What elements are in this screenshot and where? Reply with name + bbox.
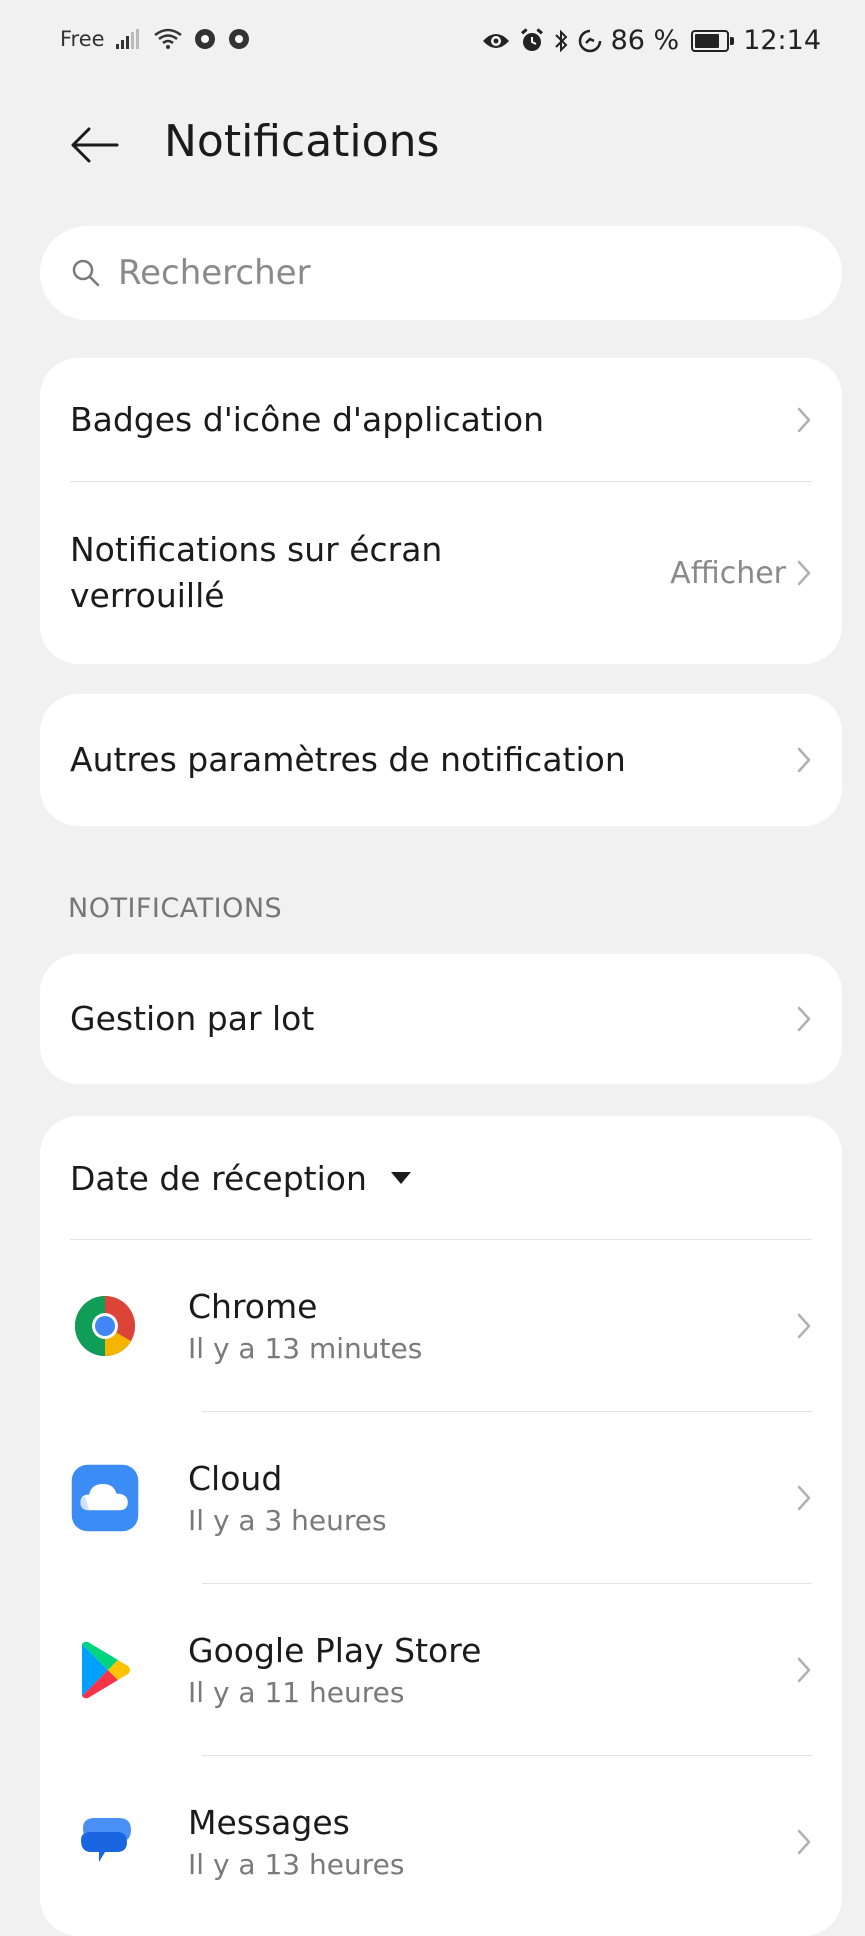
lock-screen-value: Afficher	[670, 555, 786, 591]
app-right	[796, 1312, 812, 1340]
search-icon	[70, 257, 102, 289]
eye-icon	[481, 30, 511, 52]
app-name: Google Play Store	[188, 1631, 482, 1670]
app-text: Messages Il y a 13 heures	[188, 1803, 404, 1881]
app-name: Cloud	[188, 1459, 283, 1498]
batch-right	[796, 1005, 812, 1033]
caret-down-icon	[389, 1170, 413, 1186]
section-title-notifications: NOTIFICATIONS	[68, 893, 283, 924]
bluetooth-icon	[553, 28, 569, 54]
app-time: Il y a 13 minutes	[188, 1332, 423, 1365]
sort-label: Date de réception	[70, 1158, 367, 1198]
chrome-notification-icon-2	[227, 27, 251, 51]
batch-card: Gestion par lot	[40, 954, 842, 1084]
badges-label: Badges d'icône d'application	[70, 400, 545, 439]
app-time: Il y a 13 heures	[188, 1848, 405, 1881]
search-input[interactable]	[116, 252, 800, 294]
app-time: Il y a 11 heures	[188, 1676, 405, 1709]
chevron-right-icon	[796, 746, 812, 774]
other-settings-right	[796, 746, 812, 774]
chevron-right-icon	[796, 559, 812, 587]
battery-fill	[695, 33, 720, 48]
page-title: Notifications	[164, 116, 440, 167]
app-row-play-store[interactable]: Google Play Store Il y a 11 heures	[40, 1584, 842, 1756]
chevron-right-icon	[796, 406, 812, 434]
battery-percent: 86 %	[610, 25, 680, 56]
wifi-icon	[153, 27, 183, 51]
back-button[interactable]	[66, 120, 122, 170]
chevron-right-icon	[796, 1828, 812, 1856]
app-row-chrome[interactable]: Chrome Il y a 13 minutes	[40, 1240, 842, 1412]
app-text: Cloud Il y a 3 heures	[188, 1459, 387, 1537]
chrome-icon	[70, 1291, 140, 1361]
search-bar[interactable]	[40, 226, 842, 320]
other-settings-row[interactable]: Autres paramètres de notification	[40, 694, 842, 826]
chrome-notification-icon	[193, 27, 217, 51]
app-name: Chrome	[188, 1287, 318, 1326]
badges-right	[796, 406, 812, 434]
app-text: Google Play Store Il y a 11 heures	[188, 1631, 481, 1709]
clock: 12:14	[743, 25, 821, 56]
app-right	[796, 1484, 812, 1512]
messages-icon	[70, 1807, 140, 1877]
app-row-cloud[interactable]: Cloud Il y a 3 heures	[40, 1412, 842, 1584]
cloud-icon	[70, 1463, 140, 1533]
chevron-right-icon	[796, 1312, 812, 1340]
batch-row[interactable]: Gestion par lot	[40, 954, 842, 1084]
carrier-label: Free	[60, 27, 105, 51]
app-text: Chrome Il y a 13 minutes	[188, 1287, 422, 1365]
lock-screen-label-line2: verrouillé	[70, 576, 225, 615]
app-bar: Notifications	[0, 100, 865, 190]
batch-label: Gestion par lot	[70, 999, 315, 1038]
chevron-right-icon	[796, 1005, 812, 1033]
status-left: Free	[60, 27, 251, 51]
play-store-icon	[70, 1635, 140, 1705]
back-arrow-icon	[71, 127, 119, 163]
app-row-messages[interactable]: Messages Il y a 13 heures	[40, 1756, 842, 1928]
battery-icon	[691, 29, 735, 52]
signal-icon	[115, 28, 143, 50]
lock-screen-right: Afficher	[670, 556, 812, 591]
status-right: 86 % 12:14	[481, 25, 821, 56]
other-settings-card: Autres paramètres de notification	[40, 694, 842, 826]
other-settings-label: Autres paramètres de notification	[70, 740, 626, 779]
lock-screen-label-line1: Notifications sur écran	[70, 530, 443, 569]
app-time: Il y a 3 heures	[188, 1504, 387, 1537]
sort-row[interactable]: Date de réception	[40, 1116, 842, 1240]
settings-card: Badges d'icône d'application Notificatio…	[40, 358, 842, 664]
badges-row[interactable]: Badges d'icône d'application	[40, 358, 842, 482]
app-right	[796, 1656, 812, 1684]
status-bar: Free 86 % 12:14	[0, 0, 865, 90]
alarm-icon	[519, 27, 545, 54]
app-name: Messages	[188, 1803, 350, 1842]
chevron-right-icon	[796, 1484, 812, 1512]
lock-screen-row[interactable]: Notifications sur écran verrouillé Affic…	[40, 482, 842, 664]
battery-tip	[730, 36, 735, 45]
data-saver-icon	[577, 28, 603, 54]
apps-card: Date de réception Chrome Il y a 13 minut…	[40, 1116, 842, 1936]
app-right	[796, 1828, 812, 1856]
lock-screen-label: Notifications sur écran verrouillé	[70, 527, 442, 619]
chevron-right-icon	[796, 1656, 812, 1684]
